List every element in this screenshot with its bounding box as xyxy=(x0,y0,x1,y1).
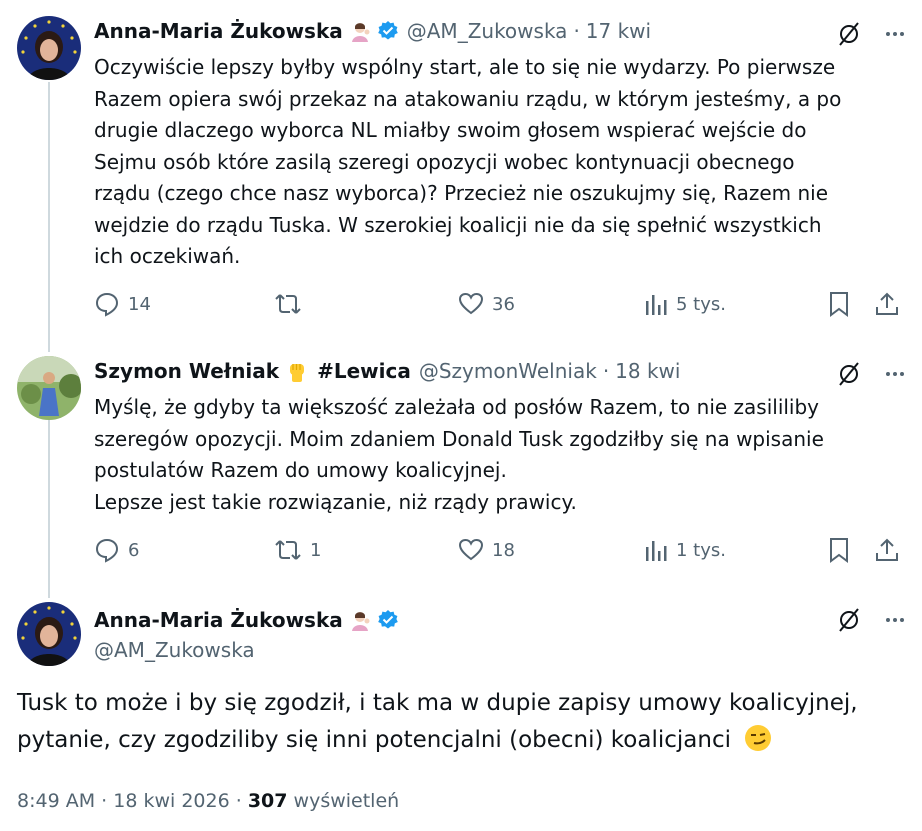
grok-icon[interactable] xyxy=(836,361,862,387)
main-tweet: Anna-Maria Żukowska @AM_Zukowska xyxy=(0,602,922,672)
grok-icon[interactable] xyxy=(836,607,862,633)
verified-badge-icon[interactable] xyxy=(377,609,399,631)
reply-tweet-2[interactable]: Szymon Wełniak #Lewica @SzymonWelniak · … xyxy=(0,356,922,586)
raised-fist-emoji xyxy=(285,359,309,383)
like-count: 18 xyxy=(492,539,515,561)
like-button[interactable]: 36 xyxy=(458,286,515,322)
author-handle[interactable]: @SzymonWelniak xyxy=(419,359,597,383)
separator-dot: · xyxy=(235,790,248,812)
author-handle[interactable]: @AM_Zukowska xyxy=(94,638,255,662)
tweet-text-line: Tusk to może i by się zgodził, i tak ma … xyxy=(17,690,858,716)
more-options-icon[interactable] xyxy=(884,23,906,45)
separator-dot: · xyxy=(602,359,610,383)
author-name[interactable]: Szymon Wełniak xyxy=(94,359,279,383)
avatar[interactable] xyxy=(17,16,81,80)
tweet-date[interactable]: 18 kwi xyxy=(615,359,680,383)
author-hashtag[interactable]: #Lewica xyxy=(317,359,411,383)
reply-button[interactable]: 14 xyxy=(94,286,151,322)
heart-icon xyxy=(458,292,484,315)
bookmark-icon xyxy=(830,538,848,563)
tweet-text-line: rządu (czego chce nasz wyborca)? Przecie… xyxy=(94,181,829,205)
bookmark-button[interactable] xyxy=(828,286,850,322)
like-button[interactable]: 18 xyxy=(458,532,515,568)
repost-icon xyxy=(275,540,301,560)
repost-button[interactable] xyxy=(274,286,310,322)
reply-icon xyxy=(95,292,119,317)
tweet-text-line: wejdzie do rządu Tuska. W szerokiej koal… xyxy=(94,212,822,237)
views-number: 307 xyxy=(247,790,288,812)
tweet-text-line: ich oczekiwań. xyxy=(94,244,241,268)
tweet-full-date[interactable]: 18 kwi 2026 xyxy=(113,790,229,812)
share-button[interactable] xyxy=(874,532,900,568)
smirking-face-emoji xyxy=(744,724,772,764)
person-tipping-hand-emoji xyxy=(349,609,371,631)
reply-count: 6 xyxy=(128,539,140,561)
analytics-icon xyxy=(646,541,667,561)
repost-button[interactable]: 1 xyxy=(274,532,321,568)
tweet-text-line: drugie dlaczego wyborca NL miałby swoim … xyxy=(94,118,807,142)
bookmark-button[interactable] xyxy=(828,532,850,568)
views-count: 5 tys. xyxy=(676,293,726,315)
views-button[interactable]: 1 tys. xyxy=(644,532,726,568)
tweet-time[interactable]: 8:49 AM xyxy=(17,790,95,812)
share-button[interactable] xyxy=(874,286,900,322)
share-icon xyxy=(876,292,898,315)
views-button[interactable]: 5 tys. xyxy=(644,286,726,322)
reply-icon xyxy=(95,538,119,563)
action-bar: 6 1 18 1 tys. xyxy=(94,532,906,568)
views-label: wyświetleń xyxy=(293,790,400,812)
author-name[interactable]: Anna-Maria Żukowska xyxy=(94,19,343,43)
main-tweet-text: Tusk to może i by się zgodził, i tak ma … xyxy=(17,685,892,764)
tweet-text-line: szeregów opozycji. Moim zdaniem Donald T… xyxy=(94,426,824,451)
tweet-text-line: Sejmu osób które zasilą szeregi opozycji… xyxy=(94,149,795,174)
bookmark-icon xyxy=(830,292,848,317)
tweet-text-line: pytanie, czy zgodziliby się inni potencj… xyxy=(17,727,731,753)
more-options-icon[interactable] xyxy=(884,609,906,631)
author-name[interactable]: Anna-Maria Żukowska xyxy=(94,608,343,632)
action-bar: 14 36 5 tys. xyxy=(94,286,906,322)
analytics-icon xyxy=(646,295,667,315)
tweet-text: Myślę, że gdyby ta większość zależała od… xyxy=(94,392,882,518)
more-options-icon[interactable] xyxy=(884,363,906,385)
share-icon xyxy=(876,538,898,561)
tweet-text-line: Razem opiera swój przekaz na atakowaniu … xyxy=(94,86,842,111)
reply-button[interactable]: 6 xyxy=(94,532,139,568)
heart-icon xyxy=(458,538,484,561)
tweet-text: Oczywiście lepszy byłby wspólny start, a… xyxy=(94,52,882,273)
verified-badge-icon[interactable] xyxy=(377,20,399,42)
avatar[interactable] xyxy=(17,602,81,666)
tweet-timestamp: 8:49 AM · 18 kwi 2026 · 307 wyświetleń xyxy=(17,790,399,812)
tweet-text-line: Oczywiście lepszy byłby wspólny start, a… xyxy=(94,55,836,79)
grok-icon[interactable] xyxy=(836,21,862,47)
author-handle[interactable]: @AM_Zukowska xyxy=(407,19,568,43)
tweet-date[interactable]: 17 kwi xyxy=(586,19,651,43)
avatar[interactable] xyxy=(17,356,81,420)
separator-dot: · xyxy=(101,790,114,812)
tweet-text-line: Myślę, że gdyby ta większość zależała od… xyxy=(94,395,820,419)
separator-dot: · xyxy=(573,19,580,43)
repost-icon xyxy=(275,294,301,314)
reply-count: 14 xyxy=(128,293,151,315)
views-count: 1 tys. xyxy=(676,539,726,561)
person-tipping-hand-emoji xyxy=(349,20,371,42)
tweet-text-line: Lepsze jest takie rozwiązanie, niż rządy… xyxy=(94,489,577,514)
tweet-text-line: postulatów Razem do umowy koalicyjnej. xyxy=(94,458,507,482)
reply-tweet-1[interactable]: Anna-Maria Żukowska @AM_Zukowska · 17 kw… xyxy=(0,16,922,336)
repost-count: 1 xyxy=(310,539,322,561)
like-count: 36 xyxy=(492,293,515,315)
